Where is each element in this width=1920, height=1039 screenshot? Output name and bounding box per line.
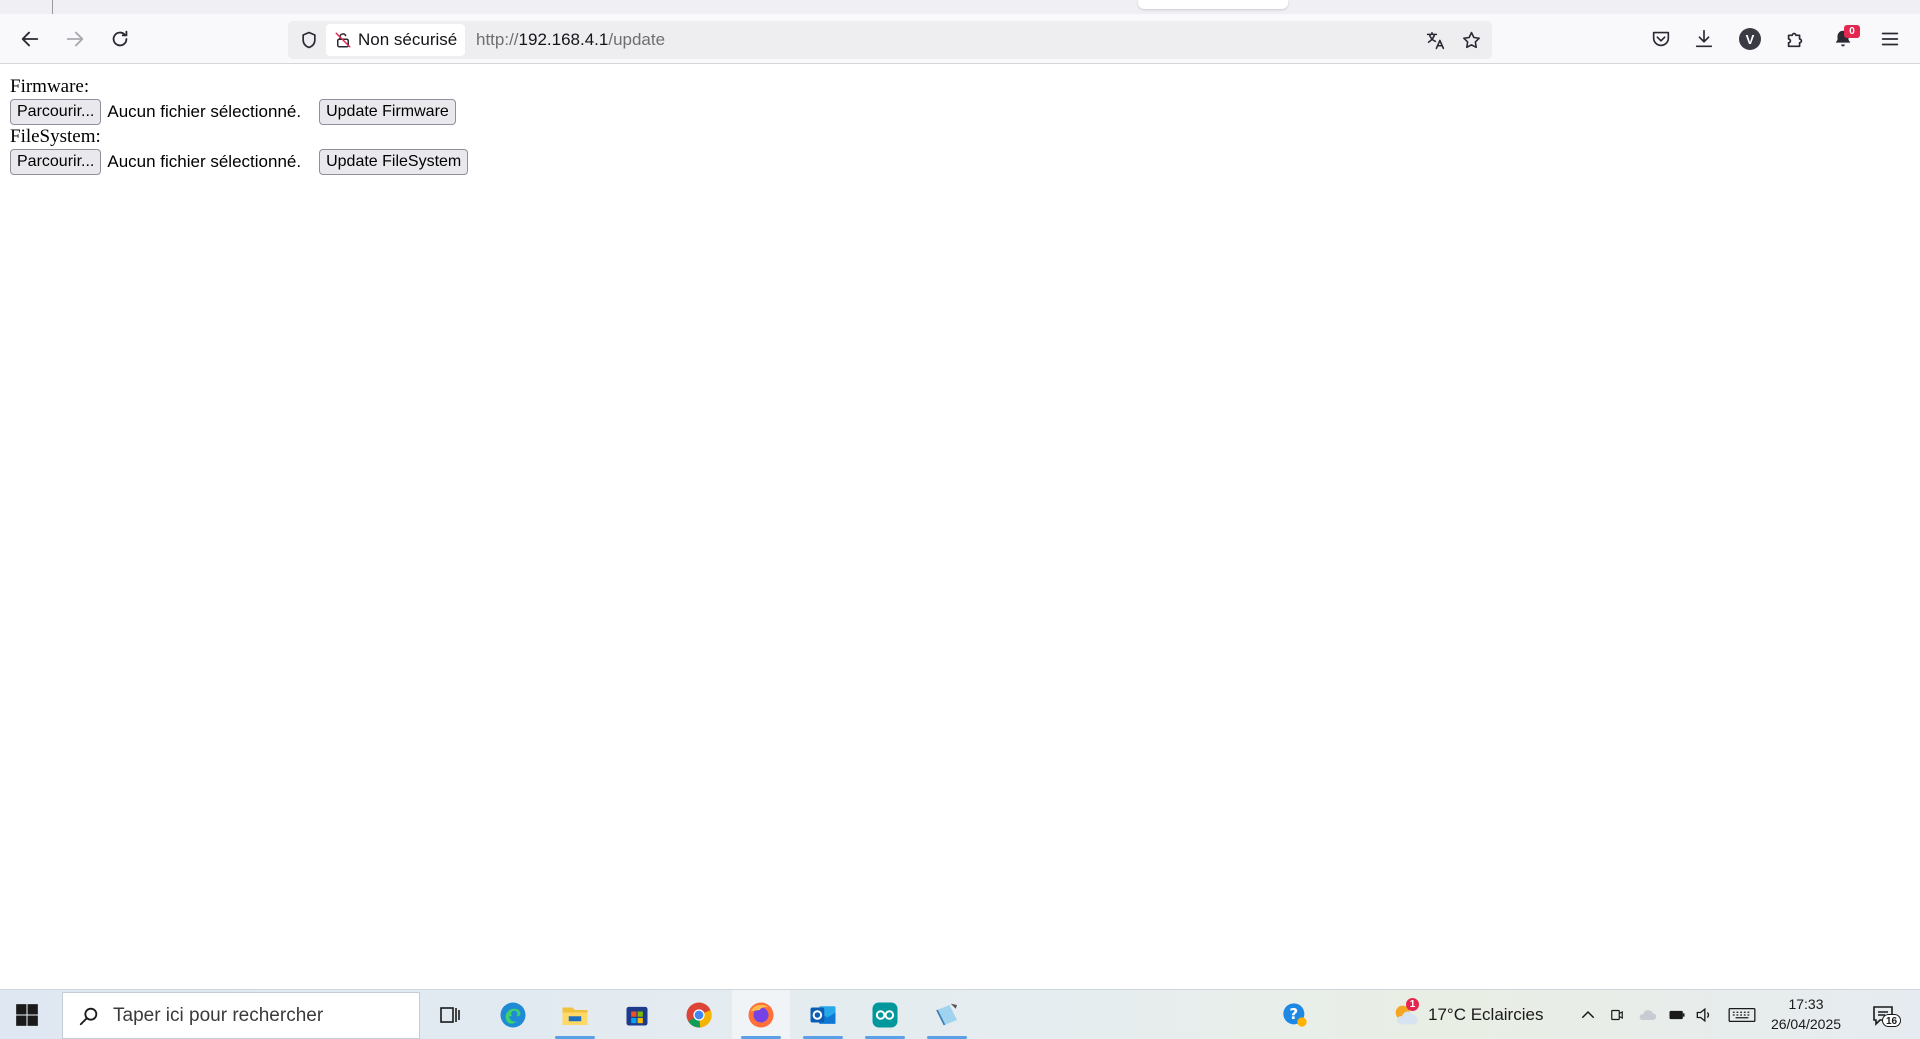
onedrive-cloud-icon[interactable] (1635, 1003, 1659, 1027)
volume-icon[interactable] (1692, 1003, 1716, 1027)
avatar-initial: V (1739, 28, 1761, 50)
arduino-icon (872, 1002, 898, 1028)
update-firmware-button[interactable]: Update Firmware (319, 99, 456, 125)
meet-now-icon[interactable] (1605, 1003, 1629, 1027)
notifications-bell-icon[interactable]: 0 (1828, 24, 1860, 54)
taskbar-notepad[interactable] (918, 990, 976, 1039)
notepad-icon (936, 1003, 957, 1026)
active-tab[interactable] (1138, 0, 1288, 9)
arrow-left-icon (21, 31, 39, 47)
touch-keyboard-icon[interactable] (1726, 1003, 1758, 1027)
windows-taskbar: Taper ici pour rechercher ? 1 17°C Eclai… (0, 989, 1920, 1039)
back-button[interactable] (12, 21, 48, 57)
store-icon (626, 1006, 648, 1026)
search-placeholder: Taper ici pour rechercher (113, 1004, 324, 1026)
show-hidden-icons-chevron-icon[interactable] (1576, 1003, 1600, 1027)
system-clock[interactable]: 17:33 26/04/2025 (1764, 994, 1848, 1034)
tab-separator (52, 0, 53, 14)
weather-badge: 1 (1406, 998, 1419, 1011)
svg-text:?: ? (1289, 1005, 1298, 1023)
navigation-toolbar: Non sécurisé http://192.168.4.1/update V… (0, 14, 1920, 64)
pocket-icon[interactable] (1646, 24, 1676, 54)
weather-text[interactable]: 17°C Eclaircies (1428, 1005, 1543, 1025)
filesystem-label: FileSystem: (10, 126, 101, 147)
forward-button[interactable] (57, 21, 93, 57)
chrome-icon (686, 1002, 712, 1028)
update-filesystem-button[interactable]: Update FileSystem (319, 149, 469, 175)
url-host: 192.168.4.1 (518, 30, 609, 49)
action-center-badge: 16 (1882, 1014, 1902, 1027)
firmware-browse-button[interactable]: Parcourir... (10, 99, 102, 125)
taskbar-arduino[interactable] (856, 990, 914, 1039)
firmware-form: Parcourir... Aucun fichier sélectionné. … (10, 97, 468, 127)
insecure-lock-icon (335, 32, 351, 48)
downloads-icon[interactable] (1689, 24, 1719, 54)
security-label: Non sécurisé (358, 30, 458, 49)
taskbar-search-box[interactable]: Taper ici pour rechercher (62, 992, 420, 1039)
extensions-puzzle-icon[interactable] (1780, 24, 1810, 54)
filesystem-form: Parcourir... Aucun fichier sélectionné. … (10, 147, 469, 177)
tab-strip (0, 0, 1920, 14)
filesystem-file-status: Aucun fichier sélectionné. (107, 152, 302, 171)
taskbar-outlook[interactable] (794, 990, 852, 1039)
url-scheme: http:// (476, 30, 519, 49)
tracking-protection-icon[interactable] (296, 27, 322, 53)
start-button[interactable] (14, 1002, 40, 1028)
taskbar-chrome[interactable] (670, 990, 728, 1039)
taskbar-edge[interactable] (484, 990, 542, 1039)
reload-button[interactable] (102, 21, 138, 57)
firmware-file-status: Aucun fichier sélectionné. (107, 102, 302, 121)
help-icon[interactable]: ? (1280, 1000, 1310, 1030)
filesystem-browse-button[interactable]: Parcourir... (10, 149, 102, 175)
folder-icon (562, 1007, 588, 1025)
app-menu-hamburger-icon[interactable] (1875, 24, 1905, 54)
account-avatar[interactable]: V (1735, 24, 1765, 54)
taskbar-file-explorer[interactable] (546, 990, 604, 1039)
firefox-icon (748, 1002, 774, 1028)
notification-badge: 0 (1844, 25, 1860, 38)
clock-date: 26/04/2025 (1770, 1016, 1842, 1032)
action-center-icon[interactable]: 16 (1868, 1000, 1902, 1030)
windows-logo-icon (16, 1004, 38, 1026)
outlook-icon (810, 1006, 836, 1024)
address-bar[interactable]: Non sécurisé http://192.168.4.1/update (288, 21, 1492, 59)
site-security-indicator[interactable]: Non sécurisé (326, 24, 466, 56)
firmware-label: Firmware: (10, 76, 90, 97)
task-view-icon (440, 1007, 460, 1023)
translate-icon[interactable] (1422, 27, 1448, 53)
weather-icon[interactable]: 1 (1390, 998, 1420, 1030)
taskbar-microsoft-store[interactable] (608, 990, 666, 1039)
taskbar-firefox[interactable] (732, 990, 790, 1039)
update-page: Firmware: Parcourir... Aucun fichier sél… (10, 76, 469, 177)
search-icon (75, 1002, 103, 1030)
task-view-button[interactable] (421, 990, 479, 1039)
clock-time: 17:33 (1788, 996, 1824, 1012)
arrow-right-icon (66, 31, 84, 47)
bookmark-star-icon[interactable] (1458, 27, 1484, 53)
url-path: /update (608, 30, 666, 49)
reload-icon (112, 30, 128, 47)
battery-icon[interactable] (1665, 1003, 1689, 1027)
url-text[interactable]: http://192.168.4.1/update (476, 21, 665, 59)
edge-icon (500, 1002, 526, 1028)
